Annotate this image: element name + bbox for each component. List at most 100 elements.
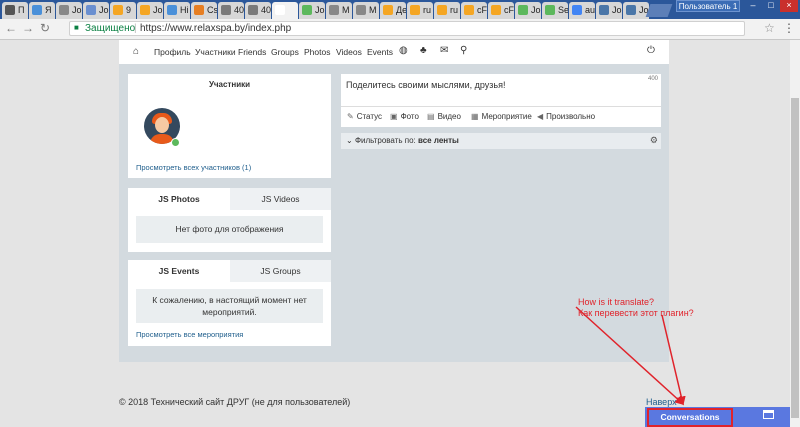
browser-tab[interactable]: П xyxy=(2,2,28,19)
action-event[interactable]: ▦ Мероприятие xyxy=(471,112,532,121)
tab-js-videos[interactable]: JS Videos xyxy=(230,188,331,210)
browser-tab-label: 40 xyxy=(261,5,271,15)
browser-tab[interactable]: Jo xyxy=(515,2,541,19)
favicon-icon xyxy=(626,5,636,15)
browser-tab[interactable]: M xyxy=(326,2,352,19)
action-photo-label: Фото xyxy=(400,112,419,121)
browser-tab-label: Де xyxy=(396,5,406,15)
camera-icon: ▣ xyxy=(390,112,398,121)
conversations-button[interactable]: Conversations xyxy=(647,408,733,427)
browser-tab[interactable]: Де xyxy=(380,2,406,19)
nav-events[interactable]: Events xyxy=(367,47,393,57)
browser-tab[interactable]: Jo xyxy=(56,2,82,19)
mail-icon[interactable]: ✉ xyxy=(440,46,448,56)
window-icon[interactable] xyxy=(763,410,774,419)
nav-members[interactable]: Участники xyxy=(195,47,236,57)
favicon-icon xyxy=(221,5,231,15)
nav-videos[interactable]: Videos xyxy=(336,47,362,57)
browser-tab[interactable]: Jo xyxy=(83,2,109,19)
composer-actions: ✎ Статус ▣ Фото ▤ Видео ▦ Мероприятие ◀ Произ… xyxy=(341,106,661,127)
members-title: Участники xyxy=(208,80,251,89)
power-icon[interactable]: ⏻ xyxy=(647,46,655,56)
browser-tab[interactable]: Cs xyxy=(191,2,217,19)
browser-tab[interactable]: au xyxy=(569,2,595,19)
browser-tab[interactable]: ru xyxy=(407,2,433,19)
browser-tab-label: cF xyxy=(504,5,514,15)
filter-value: все ленты xyxy=(418,136,459,145)
nav-photos[interactable]: Photos xyxy=(304,47,330,57)
browser-tab[interactable] xyxy=(272,2,298,19)
favicon-icon xyxy=(518,5,528,15)
home-icon[interactable]: ⌂ xyxy=(133,47,139,57)
search-icon[interactable]: ⚲ xyxy=(460,46,467,56)
tab-js-photos[interactable]: JS Photos xyxy=(128,188,230,210)
action-video-label: Видео xyxy=(437,112,461,121)
browser-tab[interactable]: Jo xyxy=(299,2,325,19)
browser-tab[interactable]: cF xyxy=(461,2,487,19)
action-status[interactable]: ✎ Статус xyxy=(347,112,382,121)
members-card: Участники Просмотреть всех участников (1… xyxy=(128,74,331,178)
filter-label: Фильтровать по: xyxy=(354,136,416,145)
address-bar[interactable]: ■ Защищено | https://www.relaxspa.by/ind… xyxy=(69,21,745,36)
close-window-icon[interactable]: × xyxy=(780,0,798,12)
view-all-members-link[interactable]: Просмотреть всех участников (1) xyxy=(136,163,251,172)
browser-tab-label: Cs xyxy=(207,5,217,15)
browser-tab[interactable]: Se xyxy=(542,2,568,19)
secure-label: Защищено xyxy=(85,23,136,34)
feed-filter[interactable]: ⌄ Фильтровать по: все ленты xyxy=(346,136,459,145)
browser-tab-label: Jo xyxy=(153,5,163,15)
browser-tab[interactable]: cF xyxy=(488,2,514,19)
calendar-icon: ▦ xyxy=(471,112,479,121)
back-to-top-link[interactable]: Наверх xyxy=(646,397,677,407)
browser-tab-label: П xyxy=(18,5,25,15)
minimize-icon[interactable]: – xyxy=(744,0,762,12)
no-photos-message: Нет фото для отображения xyxy=(136,216,323,243)
reload-icon[interactable]: ↻ xyxy=(38,21,52,36)
back-icon[interactable]: ← xyxy=(4,21,18,36)
megaphone-icon: ◀ xyxy=(537,112,544,121)
user-profile-button[interactable]: Пользователь 1 xyxy=(676,0,740,12)
favicon-icon xyxy=(248,5,258,15)
browser-tab[interactable]: Я xyxy=(29,2,55,19)
browser-tab[interactable]: Jo xyxy=(137,2,163,19)
globe-icon[interactable]: ◍ xyxy=(399,46,408,56)
browser-tab[interactable]: Hi xyxy=(164,2,190,19)
browser-tab-label: Jo xyxy=(99,5,109,15)
browser-tab-strip: П Я Jo Jo 9 Jo Hi Cs 40 40 Jo M M Де ru ru cF cF Jo Se au Jo J… xyxy=(0,0,800,19)
browser-tab-label: Se xyxy=(558,5,568,15)
browser-tab-label: M xyxy=(342,5,350,15)
media-tabs: JS Photos JS Videos xyxy=(128,188,331,210)
nav-groups[interactable]: Groups xyxy=(271,47,299,57)
nav-profile[interactable]: Профиль xyxy=(154,47,191,57)
friend-request-icon[interactable]: ♣ xyxy=(420,46,427,56)
action-photo[interactable]: ▣ Фото xyxy=(390,112,419,121)
browser-tab[interactable]: 40 xyxy=(218,2,244,19)
bookmark-star-icon[interactable]: ☆ xyxy=(764,21,775,36)
gear-icon[interactable]: ⚙ xyxy=(650,135,658,146)
favicon-icon xyxy=(194,5,204,15)
view-all-events-link[interactable]: Просмотреть все мероприятия xyxy=(136,330,243,339)
action-custom[interactable]: ◀ Произвольно xyxy=(537,112,595,121)
browser-tab[interactable]: M xyxy=(353,2,379,19)
menu-dots-icon[interactable]: ⋮ xyxy=(783,21,795,36)
new-tab-button[interactable] xyxy=(645,4,673,17)
tab-js-events[interactable]: JS Events xyxy=(128,260,230,282)
scrollbar-thumb[interactable] xyxy=(791,98,799,418)
favicon-icon xyxy=(599,5,609,15)
browser-tab[interactable]: Jo xyxy=(596,2,622,19)
events-tabs: JS Events JS Groups xyxy=(128,260,331,282)
tab-js-groups[interactable]: JS Groups xyxy=(230,260,331,282)
browser-tab[interactable]: 9 xyxy=(110,2,136,19)
address-separator: | xyxy=(134,23,137,34)
scrollbar[interactable] xyxy=(790,40,800,427)
nav-friends[interactable]: Friends xyxy=(238,47,266,57)
composer-placeholder[interactable]: Поделитесь своими мыслями, друзья! xyxy=(346,80,506,90)
favicon-icon xyxy=(545,5,555,15)
browser-tab[interactable]: ru xyxy=(434,2,460,19)
browser-tab[interactable]: 40 xyxy=(245,2,271,19)
action-video[interactable]: ▤ Видео xyxy=(427,112,461,121)
forward-icon[interactable]: → xyxy=(21,21,35,36)
no-events-line1: К сожалению, в настоящий момент нет xyxy=(152,295,307,305)
feed-filter-bar[interactable]: ⌄ Фильтровать по: все ленты ⚙ xyxy=(341,133,661,149)
maximize-icon[interactable]: □ xyxy=(762,0,780,12)
